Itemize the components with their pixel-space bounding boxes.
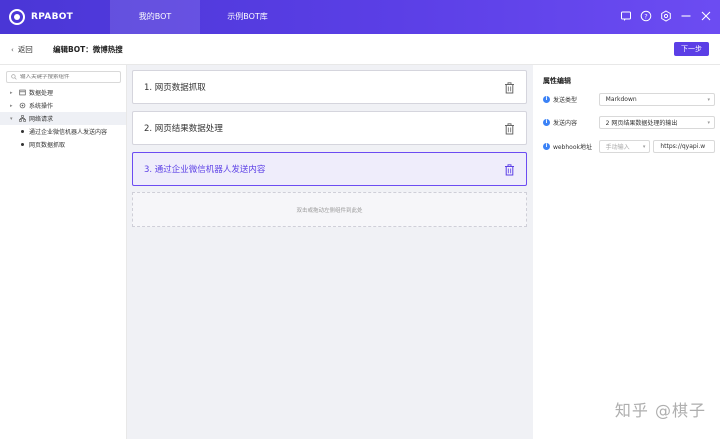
properties-title: 属性编辑 bbox=[543, 77, 571, 85]
tab-sample-bot-library[interactable]: 示例BOT库 bbox=[200, 0, 295, 34]
trash-icon[interactable] bbox=[504, 123, 515, 135]
search-box[interactable] bbox=[6, 71, 121, 83]
properties-panel: 属性编辑 i 发送类型 Markdown ▾ i 发送内容 2 网页结果数据处理… bbox=[533, 65, 720, 439]
send-type-row: i 发送类型 Markdown ▾ bbox=[543, 93, 715, 106]
network-icon bbox=[19, 115, 26, 122]
back-button[interactable]: ‹ 返回 bbox=[11, 44, 33, 55]
chevron-right-icon: ▸ bbox=[10, 89, 13, 96]
tree-item-label: 网页数据抓取 bbox=[29, 142, 66, 149]
settings-icon[interactable] bbox=[660, 10, 672, 22]
bullet-icon bbox=[21, 143, 24, 146]
brand-name: RPABOT bbox=[31, 12, 74, 22]
sub-header: ‹ 返回 编辑BOT：微博热搜 下一步 bbox=[0, 34, 720, 65]
trash-icon[interactable] bbox=[504, 164, 515, 176]
trash-icon[interactable] bbox=[504, 82, 515, 94]
drop-zone-text: 双击或拖动左侧组件到此处 bbox=[296, 207, 363, 214]
chevron-left-icon: ‹ bbox=[11, 45, 14, 54]
help-icon[interactable]: ? bbox=[640, 10, 652, 22]
drop-zone[interactable]: 双击或拖动左侧组件到此处 bbox=[132, 192, 527, 227]
info-icon: i bbox=[543, 143, 550, 150]
tree-item-network-request[interactable]: ▾ 网络请求 bbox=[0, 112, 126, 125]
send-type-value: Markdown bbox=[605, 96, 637, 103]
send-content-label: 发送内容 bbox=[552, 120, 577, 127]
watermark: 知乎 @棋子 bbox=[614, 401, 706, 420]
component-sidebar: ▸ 数据处理 ▸ 系统操作 ▾ 网络请求 通过企业微信机器人发送内容 网页数据抓… bbox=[0, 65, 127, 439]
send-content-row: i 发送内容 2 网页结果数据处理的输出 ▾ bbox=[543, 116, 715, 129]
logo-icon bbox=[9, 9, 25, 25]
search-input[interactable] bbox=[20, 74, 120, 80]
step-label: 1. 网页数据抓取 bbox=[144, 83, 206, 93]
tree-item-wecom-robot-send[interactable]: 通过企业微信机器人发送内容 bbox=[0, 125, 126, 138]
step-label: 2. 网页结果数据处理 bbox=[144, 124, 223, 134]
page-title: 编辑BOT：微博热搜 bbox=[53, 45, 123, 54]
webhook-url-input[interactable]: https://qyapi.w bbox=[653, 140, 715, 153]
close-icon[interactable] bbox=[700, 10, 712, 22]
flow-step-1[interactable]: 1. 网页数据抓取 bbox=[132, 70, 527, 104]
webhook-mode-value: 手动输入 bbox=[605, 144, 630, 151]
step-label: 3. 通过企业微信机器人发送内容 bbox=[144, 165, 266, 175]
send-type-select[interactable]: Markdown ▾ bbox=[598, 93, 715, 106]
flow-step-3[interactable]: 3. 通过企业微信机器人发送内容 bbox=[132, 152, 527, 186]
chevron-down-icon: ▾ bbox=[10, 115, 13, 122]
message-icon[interactable] bbox=[620, 10, 632, 22]
tab-my-bot[interactable]: 我的BOT bbox=[110, 0, 200, 34]
chevron-down-icon: ▾ bbox=[707, 97, 710, 103]
tree-item-label: 系统操作 bbox=[29, 103, 54, 110]
send-type-label: 发送类型 bbox=[552, 97, 577, 104]
tree-item-label: 数据处理 bbox=[29, 90, 54, 97]
webhook-label: webhook地址 bbox=[552, 144, 592, 151]
tree-item-label: 网络请求 bbox=[29, 116, 54, 123]
chevron-right-icon: ▸ bbox=[10, 102, 13, 109]
window-controls: ? bbox=[620, 10, 712, 22]
gear-icon bbox=[19, 102, 26, 109]
brand: RPABOT bbox=[9, 9, 73, 25]
chevron-down-icon: ▾ bbox=[642, 144, 646, 150]
info-icon: i bbox=[543, 119, 550, 126]
back-label: 返回 bbox=[17, 45, 33, 54]
webhook-url-value: https://qyapi.w bbox=[660, 143, 706, 150]
webhook-row: i webhook地址 手动输入 ▾ https://qyapi.w bbox=[543, 140, 715, 153]
top-bar: RPABOT 我的BOT 示例BOT库 ? bbox=[0, 0, 720, 34]
next-step-button[interactable]: 下一步 bbox=[674, 42, 709, 56]
webhook-mode-select[interactable]: 手动输入 ▾ bbox=[598, 140, 651, 153]
tree-item-data-processing[interactable]: ▸ 数据处理 bbox=[0, 86, 126, 99]
component-tree: ▸ 数据处理 ▸ 系统操作 ▾ 网络请求 通过企业微信机器人发送内容 网页数据抓… bbox=[0, 86, 126, 151]
flow-step-2[interactable]: 2. 网页结果数据处理 bbox=[132, 111, 527, 145]
info-icon: i bbox=[543, 96, 550, 103]
send-content-select[interactable]: 2 网页结果数据处理的输出 ▾ bbox=[598, 116, 715, 129]
data-icon bbox=[19, 89, 26, 96]
minimize-icon[interactable] bbox=[680, 10, 692, 22]
chevron-down-icon: ▾ bbox=[707, 120, 710, 126]
svg-text:?: ? bbox=[644, 12, 647, 20]
tree-item-label: 通过企业微信机器人发送内容 bbox=[29, 129, 108, 136]
tree-item-web-scraping[interactable]: 网页数据抓取 bbox=[0, 138, 126, 151]
flow-canvas: 1. 网页数据抓取 2. 网页结果数据处理 3. 通过企业微信机器人发送内容 双… bbox=[127, 65, 533, 439]
send-content-value: 2 网页结果数据处理的输出 bbox=[605, 120, 678, 127]
bullet-icon bbox=[21, 130, 24, 133]
tree-item-system-operations[interactable]: ▸ 系统操作 bbox=[0, 99, 126, 112]
search-icon bbox=[11, 74, 17, 80]
